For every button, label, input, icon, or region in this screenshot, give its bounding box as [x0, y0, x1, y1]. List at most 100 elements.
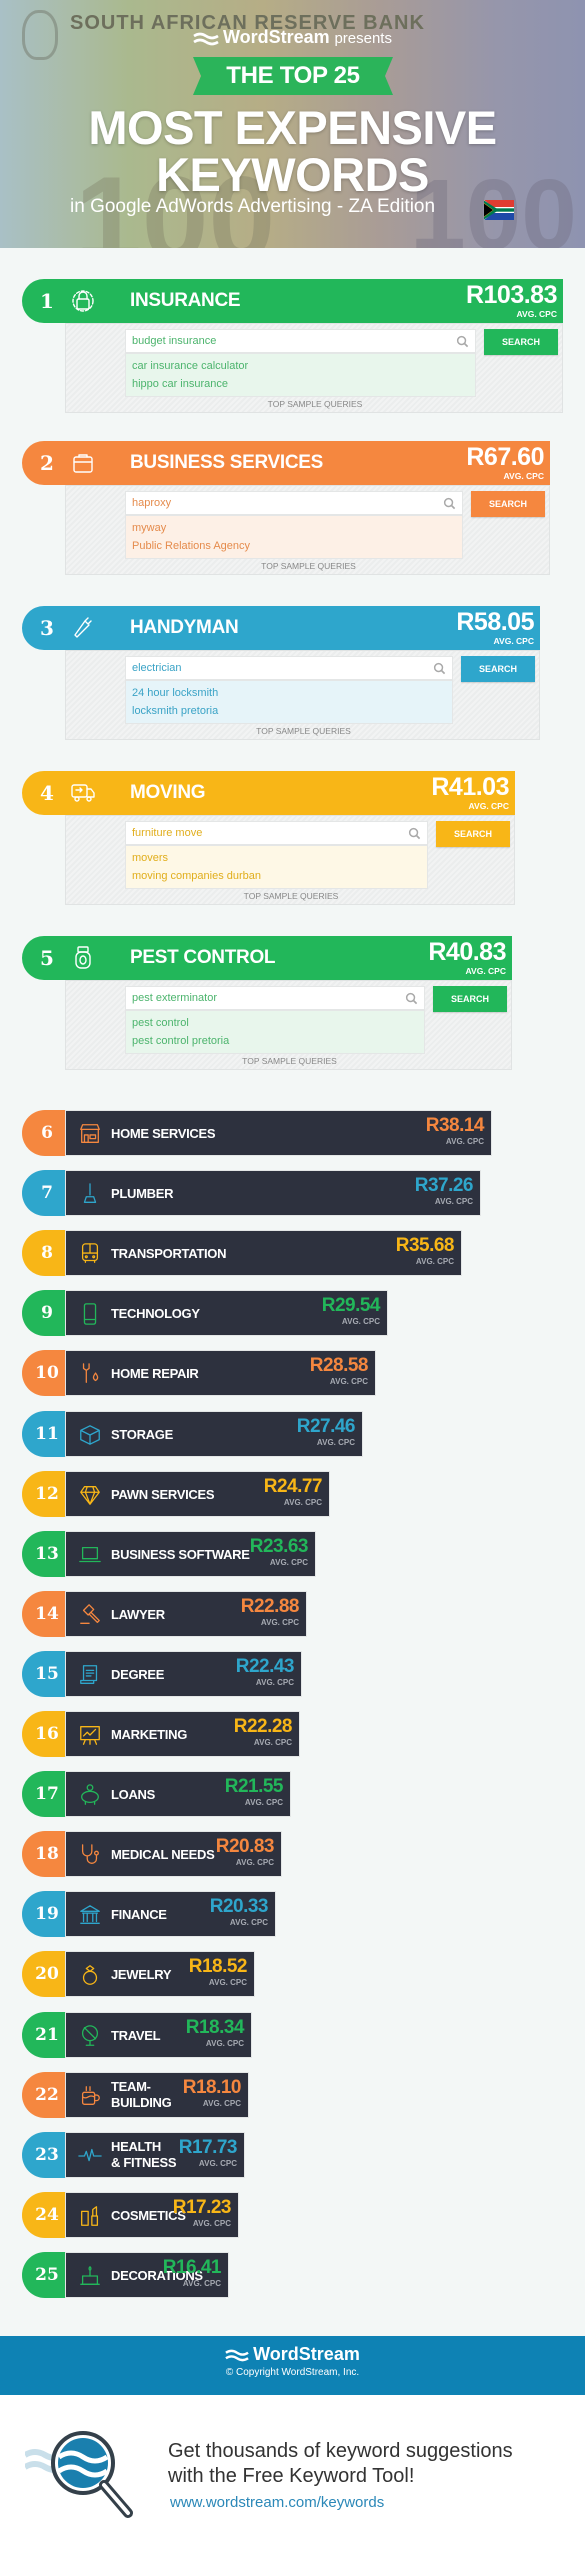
search-button[interactable]: SEARCH — [436, 821, 510, 847]
sample-queries-panel: electrician 24 hour locksmith locksmith … — [65, 650, 540, 740]
rank-badge: 23 — [22, 2132, 66, 2178]
keyword-name: MARKETING — [111, 1727, 187, 1742]
footer-brand: WordStream — [0, 2336, 585, 2365]
wordstream-logo-icon — [193, 32, 219, 45]
suggestion-item[interactable]: moving companies durban — [126, 867, 427, 885]
search-button[interactable]: SEARCH — [471, 491, 545, 517]
keyword-bar: HOME SERVICES R38.14 AVG. CPC — [65, 1110, 492, 1156]
keyword-name-text: LAWYER — [111, 1607, 165, 1622]
search-input[interactable]: pest exterminator — [125, 986, 425, 1010]
cpc-value: R35.68 — [395, 1235, 455, 1256]
rank-number: 2 — [40, 451, 54, 475]
rank-badge: 13 — [22, 1531, 66, 1577]
keyword-bar: LAWYER R22.88 AVG. CPC — [65, 1591, 307, 1637]
search-button[interactable]: SEARCH — [484, 329, 558, 355]
cpc-label: AVG. CPC — [341, 1317, 380, 1326]
search-button[interactable]: SEARCH — [461, 656, 535, 682]
rank-badge: 17 — [22, 1771, 66, 1817]
cpc-value: R28.58 — [309, 1355, 369, 1376]
cpc-label: AVG. CPC — [260, 1618, 299, 1627]
keyword-name: HOME REPAIR — [111, 1366, 199, 1381]
rank-number: 5 — [40, 946, 54, 970]
cpc-label: AVG. CPC — [192, 2219, 231, 2228]
keyword-bar: PAWN SERVICES R24.77 AVG. CPC — [65, 1471, 330, 1517]
keyword-name: BUSINESS SOFTWARE — [111, 1547, 250, 1562]
keyword-name-text: TECHNOLOGY — [111, 1306, 200, 1321]
coffee-mug-icon — [78, 2084, 102, 2108]
keyword-bar: TEAM- BUILDING R18.10 AVG. CPC — [65, 2072, 249, 2118]
suggestion-item[interactable]: locksmith pretoria — [126, 702, 452, 720]
suggestion-item[interactable]: pest control — [126, 1014, 424, 1032]
suggestion-item[interactable]: hippo car insurance — [126, 375, 475, 393]
keyword-name-line: HEALTH — [111, 2139, 161, 2154]
cpc-label: AVG. CPC — [329, 1377, 368, 1386]
suggestion-item[interactable]: car insurance calculator — [126, 357, 475, 375]
keyword-name: JEWELRY — [111, 1967, 172, 1982]
keyword-bar: TRAVEL R18.34 AVG. CPC — [65, 2012, 252, 2058]
keyword-name: HOME SERVICES — [111, 1126, 216, 1141]
search-query: haproxy — [132, 497, 172, 509]
search-input[interactable]: furniture move — [125, 821, 428, 845]
keyword-bar: STORAGE R27.46 AVG. CPC — [65, 1411, 363, 1457]
keyword-bar: 4 MOVING R41.03 AVG. CPC — [22, 771, 515, 815]
cpc-label: AVG. CPC — [208, 1978, 247, 1987]
storefront-icon — [78, 1122, 102, 1146]
cpc-value: R20.33 — [209, 1896, 269, 1917]
top-sample-queries-label: TOP SAMPLE QUERIES — [267, 399, 363, 409]
rank-badge: 16 — [22, 1711, 66, 1757]
keyword-bar: JEWELRY R18.52 AVG. CPC — [65, 1951, 255, 1997]
top-sample-queries-label: TOP SAMPLE QUERIES — [243, 891, 339, 901]
search-query: electrician — [132, 662, 182, 674]
diamond-icon — [78, 1483, 102, 1507]
cpc-value: R29.54 — [321, 1295, 381, 1316]
cpc-label: AVG. CPC — [269, 1558, 308, 1567]
search-input[interactable]: haproxy — [125, 491, 463, 515]
cpc-label: AVG. CPC — [465, 966, 506, 976]
promo-link[interactable]: www.wordstream.com/keywords — [170, 2494, 384, 2511]
suggestion-item[interactable]: pest control pretoria — [126, 1032, 424, 1050]
suggestion-dropdown: 24 hour locksmith locksmith pretoria — [125, 680, 453, 724]
suggestion-item[interactable]: 24 hour locksmith — [126, 684, 452, 702]
suggestion-item[interactable]: movers — [126, 849, 427, 867]
promo-line1: Get thousands of keyword suggestions — [168, 2440, 513, 2462]
candle-cake-icon — [78, 2264, 102, 2288]
cpc-label: AVG. CPC — [493, 636, 534, 646]
search-icon — [408, 827, 421, 840]
keyword-name-text: HOME REPAIR — [111, 1366, 199, 1381]
ring-icon — [78, 1963, 102, 1987]
bank-building-icon — [78, 1903, 102, 1927]
cpc-value: R22.88 — [240, 1596, 300, 1617]
suggestion-dropdown: pest control pest control pretoria — [125, 1010, 425, 1054]
cpc-value: R22.43 — [235, 1656, 295, 1677]
keyword-name: HANDYMAN — [130, 617, 239, 638]
cpc-label: AVG. CPC — [229, 1918, 268, 1927]
suggestion-item[interactable]: myway — [126, 519, 462, 537]
search-input[interactable]: budget insurance — [125, 329, 476, 353]
keyword-bar: 3 HANDYMAN R58.05 AVG. CPC — [22, 606, 540, 650]
title-line1: MOST EXPENSIVE — [88, 101, 497, 154]
cpc-value: R18.10 — [182, 2077, 242, 2098]
keyword-name: TECHNOLOGY — [111, 1306, 200, 1321]
rank-badge: 12 — [22, 1471, 66, 1517]
suggestion-dropdown: movers moving companies durban — [125, 845, 428, 889]
presents-line: WordStream presents — [0, 27, 585, 48]
subtitle: in Google AdWords Advertising - ZA Editi… — [70, 196, 436, 217]
keyword-name-text: LOANS — [111, 1787, 156, 1802]
rank-badge: 21 — [22, 2012, 66, 2058]
keyword-bar: 5 PEST CONTROL R40.83 AVG. CPC — [22, 936, 512, 980]
keyword-name-text: TRAVEL — [111, 2028, 161, 2043]
cpc-value: R21.55 — [224, 1776, 284, 1797]
cpc-label: AVG. CPC — [202, 2099, 241, 2108]
search-input[interactable]: electrician — [125, 656, 453, 680]
rank-badge: 19 — [22, 1891, 66, 1937]
cpc-value: R22.28 — [233, 1716, 293, 1737]
search-button[interactable]: SEARCH — [433, 986, 507, 1012]
cpc-label: AVG. CPC — [205, 2039, 244, 2048]
search-icon — [433, 662, 446, 675]
cpc-value: R37.26 — [414, 1175, 474, 1196]
suggestion-item[interactable]: Public Relations Agency — [126, 537, 462, 555]
keyword-bar: MEDICAL NEEDS R20.83 AVG. CPC — [65, 1831, 282, 1877]
wrench-icon — [70, 615, 96, 641]
cpc-value: R17.23 — [172, 2197, 232, 2218]
keyword-name: PLUMBER — [111, 1186, 173, 1201]
